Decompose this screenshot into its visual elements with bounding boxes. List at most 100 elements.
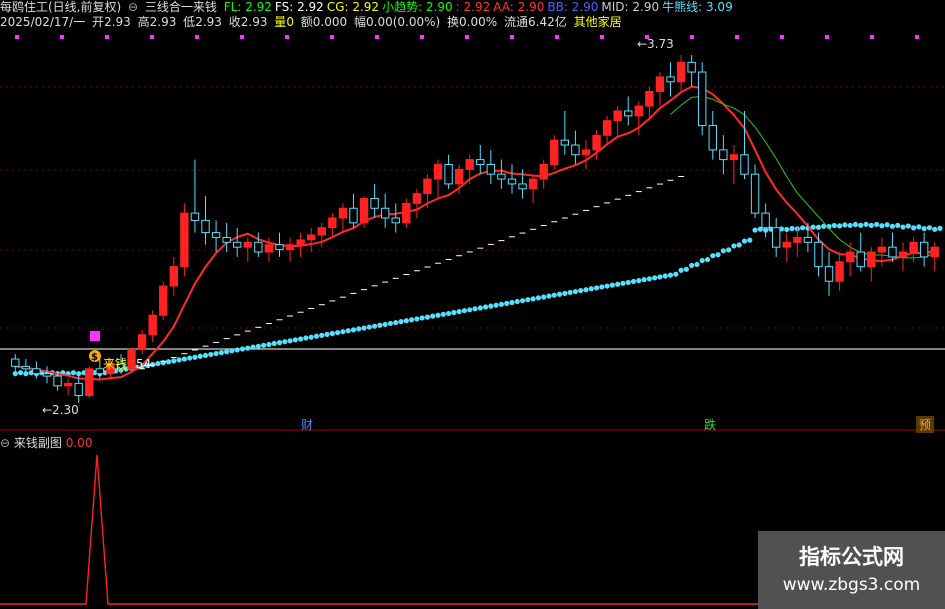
bull-bear-dot [519, 298, 526, 304]
bull-bear-dot [652, 275, 658, 281]
bull-bear-dot [504, 300, 510, 306]
bull-bear-dot [525, 297, 531, 303]
subchart-header: ⊖ 来钱副图 0.00 [0, 434, 92, 451]
top-tick-mark [150, 35, 154, 39]
collapse-icon[interactable]: ⊖ [0, 436, 10, 450]
bull-bear-dot [556, 291, 563, 297]
bull-bear-dot [208, 351, 214, 358]
bull-bear-dot [192, 354, 198, 360]
bull-bear-dot [308, 334, 314, 340]
candle-body [359, 198, 369, 224]
bull-bear-dot [889, 223, 896, 229]
bull-bear-dot [636, 278, 642, 284]
top-tick-mark [600, 35, 604, 39]
bull-bear-dot [694, 261, 700, 268]
bull-bear-dot [884, 222, 890, 228]
bull-bear-dot [937, 225, 943, 231]
candle-body [42, 373, 52, 377]
bull-bear-dot [171, 358, 177, 364]
chart-window[interactable]: 每鸥住工(日线,前复权) ⊖ 三线合一来钱 FL: 2.92 FS: 2.92 CG… [0, 0, 945, 609]
candle-body [845, 251, 855, 263]
top-tick-mark [690, 35, 694, 39]
top-tick-mark [825, 35, 829, 39]
bull-bear-dot [921, 226, 927, 232]
bull-bear-dot [689, 262, 695, 269]
bull-bear-dot [398, 319, 404, 325]
bull-bear-dot [472, 306, 478, 312]
bull-bear-dot [815, 224, 822, 230]
bull-bear-dot [382, 321, 388, 327]
candle-body [233, 241, 242, 248]
watermark-banner: 指标公式网 www.zbgs3.com [758, 531, 945, 609]
candle-body [761, 212, 770, 229]
bull-bear-dot [456, 309, 462, 315]
bull-bear-dot [593, 285, 600, 291]
bull-bear-dot [837, 223, 843, 229]
candle-body [296, 239, 305, 246]
candle-body [11, 358, 20, 367]
bull-bear-dot [567, 289, 573, 296]
bull-bear-dot [588, 286, 594, 292]
bull-bear-dot [683, 266, 689, 272]
event-mark-finance[interactable]: 财 [298, 416, 316, 433]
subchart-value: 0.00 [65, 436, 93, 450]
bull-bear-dot [403, 318, 409, 324]
watermark-url: www.zbgs3.com [782, 575, 921, 595]
candle-body [909, 241, 918, 253]
candle-body [740, 154, 749, 175]
bull-bear-dot [197, 353, 203, 359]
candle-body [391, 217, 400, 224]
bull-bear-dot [261, 342, 267, 348]
high-price-marker: ←3.73 [637, 37, 674, 51]
signal-label: 来钱 [103, 356, 127, 371]
bull-bear-dot [224, 349, 230, 355]
event-mark-fall[interactable]: 跌 [701, 416, 719, 433]
candle-body [190, 212, 200, 221]
candle-body [349, 207, 358, 224]
bull-bear-dot [335, 329, 341, 336]
top-tick-mark [285, 35, 289, 39]
price-chart-canvas[interactable]: ←3.73 ←2.30 $ 来钱 54 [0, 0, 945, 609]
bull-bear-dot [213, 350, 219, 357]
bull-bear-dot [789, 225, 795, 232]
bull-bear-dot [615, 281, 621, 287]
bull-bear-dot [451, 309, 457, 316]
bull-bear-dot [546, 293, 552, 299]
bull-bear-dot [445, 310, 452, 317]
bull-bear-dot [932, 226, 938, 232]
candle-body [444, 163, 453, 185]
bull-bear-dot [736, 242, 742, 248]
bull-bear-dot [710, 253, 716, 259]
bull-bear-dot [234, 347, 240, 353]
bull-bear-dot [879, 223, 885, 229]
candle-body [550, 139, 559, 165]
top-tick-mark [330, 35, 334, 39]
bull-bear-dot [245, 345, 251, 351]
bull-bear-dot [255, 343, 261, 349]
top-tick-mark [105, 35, 109, 39]
candle-body [750, 173, 760, 214]
event-mark-forecast[interactable]: 预 [916, 416, 934, 433]
bull-bear-dot [673, 271, 679, 277]
bull-bear-dot [535, 295, 542, 301]
candle-body [402, 202, 411, 224]
candle-body [507, 178, 517, 185]
bull-bear-dot [704, 256, 711, 263]
bull-bear-dot [752, 227, 758, 233]
top-tick-mark [195, 35, 199, 39]
bull-bear-dot [361, 325, 367, 331]
bull-bear-dot [372, 323, 378, 329]
subchart-title[interactable]: 来钱副图 [14, 436, 62, 450]
bull-bear-dot [926, 225, 933, 231]
candle-body [518, 183, 527, 190]
candle-body [930, 246, 939, 258]
candle-body [32, 368, 41, 375]
candle-body [85, 368, 94, 397]
signal-square [90, 331, 100, 341]
candle-body [560, 139, 570, 146]
candle-body [655, 76, 665, 93]
bull-bear-dot [414, 316, 420, 322]
bull-bear-dot [271, 340, 277, 347]
candle-body [698, 71, 707, 127]
candle-body [338, 207, 348, 219]
